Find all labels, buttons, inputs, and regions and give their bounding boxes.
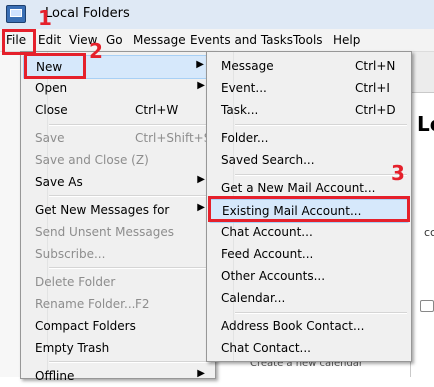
submenu-arrow-icon: ▶ <box>196 59 204 70</box>
menubar: File Edit View Go Message Events and Tas… <box>0 29 434 52</box>
menu-events-and-tasks[interactable]: Events and Tasks <box>190 33 293 47</box>
file-menu-rename-folder[interactable]: Rename Folder... F2 <box>23 293 213 315</box>
folder-pane-edge <box>0 52 21 377</box>
file-menu-save-and-close[interactable]: Save and Close (Z) <box>23 149 213 171</box>
annotation-box-file <box>2 29 36 55</box>
menu-message[interactable]: Message <box>133 33 186 47</box>
new-menu-event[interactable]: Event... Ctrl+I <box>209 77 409 99</box>
menu-tools[interactable]: Tools <box>293 33 323 47</box>
new-menu-saved-search[interactable]: Saved Search... <box>209 149 409 171</box>
annotation-step-3: 3 <box>391 161 405 185</box>
file-menu-empty-trash[interactable]: Empty Trash <box>23 337 213 359</box>
file-menu-compact-folders[interactable]: Compact Folders <box>23 315 213 337</box>
submenu-arrow-icon: ▶ <box>197 80 205 91</box>
menu-separator <box>49 124 211 126</box>
file-menu-get-new-messages-for[interactable]: Get New Messages for ▶ <box>23 199 213 221</box>
content-pane <box>410 52 434 377</box>
new-menu-task[interactable]: Task... Ctrl+D <box>209 99 409 121</box>
menu-go[interactable]: Go <box>106 33 123 47</box>
menu-separator <box>49 361 211 363</box>
file-menu-save-as[interactable]: Save As ▶ <box>23 171 213 193</box>
menu-separator <box>235 312 407 314</box>
new-menu-folder[interactable]: Folder... <box>209 127 409 149</box>
window-title: Local Folders <box>45 6 130 21</box>
file-menu-close[interactable]: Close Ctrl+W <box>23 99 213 121</box>
window-titlebar: Local Folders <box>0 0 434 29</box>
new-menu-chat-contact[interactable]: Chat Contact... <box>209 337 409 359</box>
menu-separator <box>235 124 407 126</box>
menu-separator <box>49 195 211 197</box>
new-menu-chat-account[interactable]: Chat Account... <box>209 221 409 243</box>
annotation-step-2: 2 <box>89 39 103 63</box>
new-menu-message[interactable]: Message Ctrl+N <box>209 55 409 77</box>
annotation-step-1: 1 <box>38 6 52 30</box>
file-menu: New ▶ Open ▶ Close Ctrl+W Save Ctrl+Shif… <box>20 51 216 383</box>
new-menu-address-book-contact[interactable]: Address Book Contact... <box>209 315 409 337</box>
menu-separator <box>49 267 211 269</box>
menu-help[interactable]: Help <box>333 33 360 47</box>
submenu-arrow-icon: ▶ <box>197 174 205 185</box>
file-menu-save[interactable]: Save Ctrl+Shift+S <box>23 127 213 149</box>
menu-separator <box>235 174 407 176</box>
chat-icon <box>420 300 434 312</box>
thunderbird-app-icon <box>6 5 26 23</box>
file-menu-delete-folder[interactable]: Delete Folder <box>23 271 213 293</box>
file-menu-open[interactable]: Open ▶ <box>23 77 213 99</box>
annotation-box-new <box>24 53 86 79</box>
new-menu-calendar[interactable]: Calendar... <box>209 287 409 309</box>
file-menu-offline[interactable]: Offline ▶ <box>23 365 213 387</box>
submenu-arrow-icon: ▶ <box>197 202 205 213</box>
content-heading: Lo <box>417 112 434 136</box>
menu-edit[interactable]: Edit <box>38 33 61 47</box>
submenu-arrow-icon: ▶ <box>197 368 205 379</box>
tab-strip <box>410 52 434 93</box>
file-menu-send-unsent[interactable]: Send Unsent Messages <box>23 221 213 243</box>
new-menu-feed-account[interactable]: Feed Account... <box>209 243 409 265</box>
file-menu-subscribe[interactable]: Subscribe... <box>23 243 213 265</box>
new-menu-other-accounts[interactable]: Other Accounts... <box>209 265 409 287</box>
content-text: cco <box>424 226 434 239</box>
annotation-box-existing-mail-account <box>208 196 410 222</box>
